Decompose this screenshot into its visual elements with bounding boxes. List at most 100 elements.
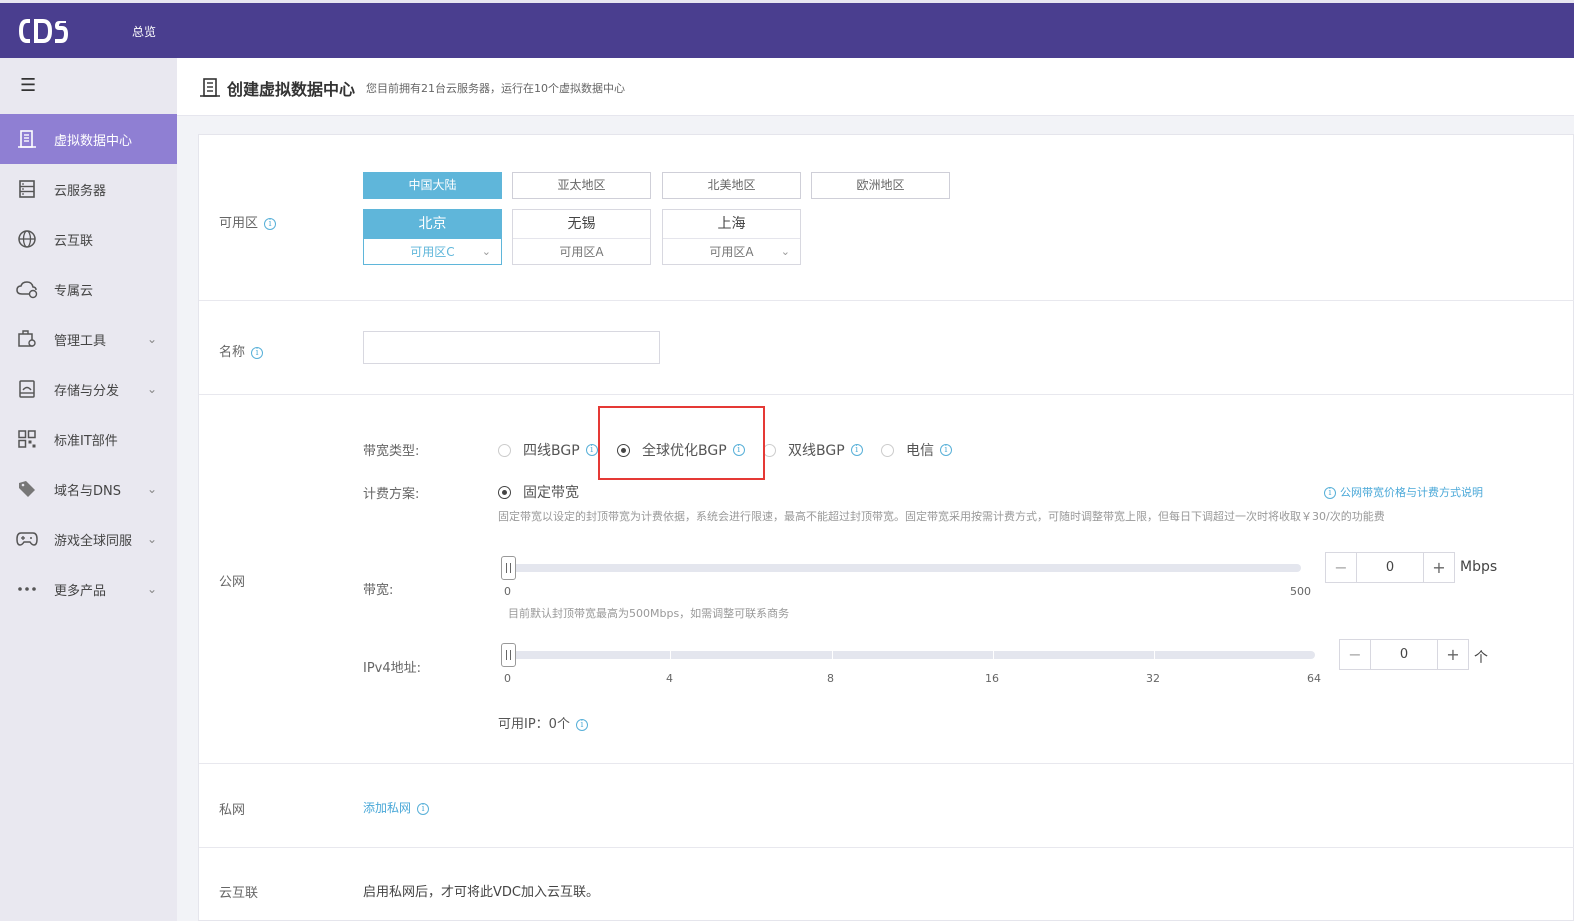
gamepad-icon: [16, 528, 38, 550]
bandwidth-hint: 目前默认封顶带宽最高为500Mbps，如需调整可联系商务: [508, 607, 790, 620]
globe-icon: [16, 228, 38, 250]
server-icon: [16, 178, 38, 200]
zone-select[interactable]: 可用区A: [513, 239, 650, 265]
chevron-down-icon: ⌄: [481, 245, 491, 258]
increment-button[interactable]: +: [1437, 640, 1468, 669]
pricing-link[interactable]: i 公网带宽价格与计费方式说明: [1324, 484, 1483, 500]
decrement-button[interactable]: −: [1326, 553, 1357, 582]
bandwidth-slider-track[interactable]: [501, 564, 1301, 572]
city-card-beijing[interactable]: 北京 可用区C ⌄: [363, 209, 502, 265]
radio-button[interactable]: [498, 485, 511, 499]
ipv4-slider-track[interactable]: [501, 651, 1315, 659]
city-name: 无锡: [513, 210, 650, 239]
selection-highlight: [598, 406, 765, 480]
tools-icon: [16, 328, 38, 350]
ipv4-tick-label: 8: [827, 672, 834, 685]
increment-button[interactable]: +: [1423, 553, 1454, 582]
page-subtitle: 您目前拥有21台云服务器，运行在10个虚拟数据中心: [366, 82, 625, 95]
radio-button[interactable]: [498, 443, 511, 457]
cloud-link-text: 启用私网后，才可将此VDC加入云互联。: [363, 885, 599, 900]
sidebar-item-management-tools[interactable]: 管理工具 ⌄: [0, 314, 177, 364]
add-private-network-link[interactable]: 添加私网 i: [363, 799, 430, 816]
sidebar-item-storage[interactable]: 存储与分发 ⌄: [0, 364, 177, 414]
ipv4-stepper: − 0 +: [1339, 639, 1469, 670]
name-label: 名称 i: [219, 341, 264, 360]
tab-region-north-america[interactable]: 北美地区: [662, 172, 801, 199]
chevron-down-icon: ⌄: [146, 582, 157, 596]
sidebar-item-dedicated-cloud[interactable]: 专属云: [0, 264, 177, 314]
divider: [199, 394, 1574, 395]
ipv4-value-input[interactable]: 0: [1371, 640, 1437, 669]
sidebar: ☰ 虚拟数据中心 云服务器 云互联 专属云 管理工具 ⌄ 存储与分发 ⌄ 标准I…: [0, 58, 177, 921]
ipv4-slider-handle[interactable]: [501, 643, 516, 667]
availability-zone-label: 可用区 i: [219, 212, 277, 231]
decrement-button[interactable]: −: [1340, 640, 1371, 669]
ipv4-tick-label: 0: [504, 672, 511, 685]
radio-dual-line-bgp[interactable]: 双线BGP i: [763, 440, 863, 460]
info-icon[interactable]: i: [850, 444, 863, 456]
sidebar-item-cloud-link[interactable]: 云互联: [0, 214, 177, 264]
info-icon[interactable]: i: [940, 444, 952, 456]
sidebar-item-label: 云服务器: [54, 183, 107, 199]
info-icon[interactable]: i: [575, 718, 588, 731]
nav-overview[interactable]: 总览: [132, 23, 156, 40]
available-ip: 可用IP：0个 i: [498, 713, 588, 732]
main-form: 可用区 i 中国大陆 亚太地区 北美地区 欧洲地区 北京 可用区C ⌄ 无锡 可用区…: [198, 134, 1574, 921]
bandwidth-max-label: 500: [1290, 585, 1311, 598]
more-icon: [16, 578, 38, 600]
zone-select[interactable]: 可用区C ⌄: [364, 239, 501, 265]
grid-icon: [16, 428, 38, 450]
sidebar-item-label: 专属云: [54, 283, 94, 299]
radio-button[interactable]: [881, 443, 894, 457]
tick-mark: [670, 651, 671, 659]
page-header: 创建虚拟数据中心 您目前拥有21台云服务器，运行在10个虚拟数据中心: [177, 58, 1574, 116]
radio-telecom[interactable]: 电信 i: [881, 440, 952, 460]
city-card-shanghai[interactable]: 上海 可用区A ⌄: [662, 209, 801, 265]
info-icon[interactable]: i: [417, 802, 430, 815]
sidebar-item-label: 云互联: [54, 233, 94, 249]
building-icon: [16, 128, 38, 150]
bandwidth-label: 带宽:: [363, 583, 394, 598]
ipv4-tick-label: 32: [1146, 672, 1160, 685]
sidebar-item-more-products[interactable]: 更多产品 ⌄: [0, 564, 177, 614]
ipv4-unit: 个: [1474, 650, 1488, 666]
name-input[interactable]: [363, 331, 660, 364]
radio-four-line-bgp[interactable]: 四线BGP i: [498, 440, 598, 460]
tick-mark: [832, 651, 833, 659]
billing-label: 计费方案:: [363, 487, 420, 502]
sidebar-item-virtual-dc[interactable]: 虚拟数据中心: [0, 114, 177, 164]
tab-region-europe[interactable]: 欧洲地区: [811, 172, 950, 199]
tab-region-mainland[interactable]: 中国大陆: [363, 172, 502, 199]
cloud-icon: [16, 278, 38, 300]
zone-select[interactable]: 可用区A ⌄: [663, 239, 800, 265]
ipv4-tick-label: 64: [1307, 672, 1321, 685]
info-icon[interactable]: i: [264, 217, 277, 230]
menu-toggle-icon[interactable]: ☰: [20, 76, 36, 96]
cloud-link-label: 云互联: [219, 886, 259, 901]
chevron-down-icon: ⌄: [146, 532, 157, 546]
bandwidth-value-input[interactable]: 0: [1357, 553, 1423, 582]
tab-region-asia-pacific[interactable]: 亚太地区: [512, 172, 651, 199]
chevron-down-icon: ⌄: [146, 382, 157, 396]
building-icon: [200, 78, 220, 97]
info-icon[interactable]: i: [585, 444, 598, 456]
tag-icon: [16, 478, 38, 500]
cds-logo[interactable]: [17, 16, 69, 46]
sidebar-item-game-sync[interactable]: 游戏全球同服 ⌄: [0, 514, 177, 564]
ipv4-tick-label: 4: [666, 672, 673, 685]
sidebar-item-label: 游戏全球同服: [54, 533, 133, 549]
tick-mark: [993, 651, 994, 659]
divider: [199, 847, 1574, 848]
sidebar-item-standard-it[interactable]: 标准IT部件: [0, 414, 177, 464]
city-card-wuxi[interactable]: 无锡 可用区A: [512, 209, 651, 265]
bandwidth-slider-handle[interactable]: [501, 556, 516, 580]
sidebar-item-cloud-server[interactable]: 云服务器: [0, 164, 177, 214]
divider: [199, 763, 1574, 764]
sidebar-item-label: 更多产品: [54, 583, 107, 599]
chevron-down-icon: ⌄: [146, 482, 157, 496]
info-icon[interactable]: i: [251, 346, 264, 359]
radio-fixed-bandwidth[interactable]: 固定带宽: [498, 482, 579, 502]
page-title: 创建虚拟数据中心: [227, 80, 356, 99]
divider: [199, 300, 1574, 301]
sidebar-item-domain-dns[interactable]: 域名与DNS ⌄: [0, 464, 177, 514]
